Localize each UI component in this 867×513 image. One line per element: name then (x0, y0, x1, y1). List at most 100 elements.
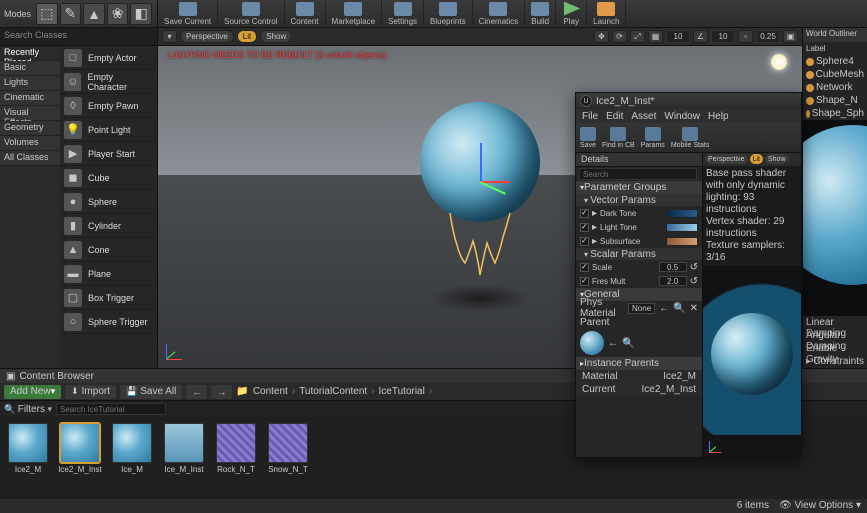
details-row[interactable]: Enable Gravity (803, 342, 867, 355)
place-mode-icon[interactable]: ⬚ (36, 3, 58, 25)
expand-icon[interactable]: ▸ (592, 236, 597, 247)
transform-move-icon[interactable]: ✥ (594, 30, 609, 43)
landscape-mode-icon[interactable]: ▲ (83, 3, 105, 25)
paint-mode-icon[interactable]: ✎ (60, 3, 82, 25)
expand-icon[interactable]: ▸ (592, 222, 597, 233)
color-swatch[interactable] (666, 223, 698, 232)
color-swatch[interactable] (666, 237, 698, 246)
cat-geometry[interactable]: Geometry (0, 121, 60, 136)
save-current-button[interactable]: Save Current (158, 0, 218, 27)
browse-icon[interactable]: 🔍 (622, 338, 634, 349)
grid-snap-value[interactable]: 10 (666, 30, 690, 43)
scalar-input[interactable]: 0.5 (659, 262, 687, 272)
asset-tile[interactable]: Ice_M (110, 423, 154, 493)
angle-snap-icon[interactable]: ∠ (693, 30, 708, 43)
menu-help[interactable]: Help (708, 111, 729, 122)
actor-plane[interactable]: ▬Plane (60, 262, 157, 286)
cat-cinematic[interactable]: Cinematic (0, 91, 60, 106)
override-checkbox[interactable] (580, 237, 589, 246)
show-dropdown[interactable]: Show (260, 30, 292, 43)
clear-icon[interactable]: ✕ (690, 303, 698, 314)
outliner-item[interactable]: Sphere4 (803, 55, 867, 68)
material-instance-window[interactable]: U Ice2_M_Inst* File Edit Asset Window He… (575, 92, 802, 458)
grid-snap-icon[interactable]: ▦ (648, 30, 663, 43)
expand-icon[interactable]: ▸ (592, 208, 597, 219)
override-checkbox[interactable] (580, 277, 589, 286)
perspective-dropdown[interactable]: Perspective (180, 30, 234, 43)
mi-search-input[interactable] (579, 168, 697, 180)
mi-titlebar[interactable]: U Ice2_M_Inst* (576, 93, 801, 109)
parent-thumb-icon[interactable] (580, 331, 604, 355)
color-swatch[interactable] (666, 209, 698, 218)
asset-tile[interactable]: Snow_N_T (266, 423, 310, 493)
mi-save-button[interactable]: Save (580, 127, 596, 149)
filters-button[interactable]: 🔍 Filters ▾ (4, 404, 52, 415)
details-row[interactable]: Angular Damping (803, 329, 867, 342)
actor-cube[interactable]: ◼Cube (60, 166, 157, 190)
reset-icon[interactable]: ↺ (690, 262, 698, 273)
details-row[interactable]: ▸ Constraints (803, 355, 867, 368)
asset-tile[interactable]: Ice2_M_Inst (58, 423, 102, 493)
build-button[interactable]: Build (525, 0, 556, 27)
cat-recently-placed[interactable]: Recently Placed (0, 46, 60, 61)
override-checkbox[interactable] (580, 223, 589, 232)
cat-visual-effects[interactable]: Visual Effects (0, 106, 60, 121)
breadcrumb[interactable]: 📁 Content› TutorialContent› IceTutorial› (236, 386, 432, 397)
details-row[interactable]: Linear Damping (803, 316, 867, 329)
play-button[interactable]: Play (556, 0, 587, 27)
add-new-button[interactable]: Add New ▾ (4, 385, 61, 399)
outliner-item[interactable]: Shape_N (803, 94, 867, 107)
actor-point-light[interactable]: 💡Point Light (60, 118, 157, 142)
preview-show[interactable]: Show (765, 154, 789, 164)
vector-params-header[interactable]: ▾ Vector Params (576, 194, 702, 206)
actor-cylinder[interactable]: ▮Cylinder (60, 214, 157, 238)
override-checkbox[interactable] (580, 263, 589, 272)
angle-snap-value[interactable]: 10 (711, 30, 735, 43)
actor-sphere[interactable]: ●Sphere (60, 190, 157, 214)
cat-lights[interactable]: Lights (0, 76, 60, 91)
viewport-options-icon[interactable]: ▾ (162, 30, 177, 43)
search-classes-input[interactable]: Search Classes (0, 28, 157, 46)
asset-tile[interactable]: Rock_N_T (214, 423, 258, 493)
use-icon[interactable]: ← (608, 338, 618, 349)
actor-box-trigger[interactable]: ▢Box Trigger (60, 286, 157, 310)
cinematics-button[interactable]: Cinematics (473, 0, 526, 27)
gizmo-z-axis-icon[interactable] (480, 143, 482, 181)
details-tab[interactable]: Details (576, 153, 702, 167)
marketplace-button[interactable]: Marketplace (326, 0, 383, 27)
camera-speed-value[interactable]: 0.25 (756, 30, 780, 43)
asset-tile[interactable]: Ice_M_Inst (162, 423, 206, 493)
actor-cone[interactable]: ▲Cone (60, 238, 157, 262)
menu-window[interactable]: Window (664, 111, 700, 122)
view-options-button[interactable]: 👁 View Options ▾ (779, 500, 861, 512)
cat-volumes[interactable]: Volumes (0, 136, 60, 151)
phys-material-select[interactable]: None (628, 303, 655, 314)
actor-empty-pawn[interactable]: ◊Empty Pawn (60, 94, 157, 118)
settings-button[interactable]: Settings (382, 0, 424, 27)
material-preview-viewport[interactable] (703, 266, 801, 435)
asset-tile[interactable]: Ice2_M (6, 423, 50, 493)
cat-basic[interactable]: Basic (0, 61, 60, 76)
reset-icon[interactable]: ↺ (690, 276, 698, 287)
menu-file[interactable]: File (582, 111, 598, 122)
mi-mobile-stats-button[interactable]: Mobile Stats (671, 127, 710, 149)
parameter-groups-header[interactable]: ▾ Parameter Groups (576, 181, 702, 194)
actor-player-start[interactable]: ▶Player Start (60, 142, 157, 166)
browse-icon[interactable]: 🔍 (673, 303, 685, 314)
transform-scale-icon[interactable]: ⤢ (630, 30, 645, 43)
preview-lit[interactable]: Lit (750, 154, 763, 164)
import-button[interactable]: ⬇ Import (65, 385, 116, 399)
geometry-mode-icon[interactable]: ◧ (130, 3, 152, 25)
menu-edit[interactable]: Edit (606, 111, 623, 122)
transform-rotate-icon[interactable]: ⟳ (612, 30, 627, 43)
outliner-item[interactable]: Network (803, 81, 867, 94)
outliner-item[interactable]: Shape_Sph (803, 107, 867, 120)
mi-find-button[interactable]: Find in CB (602, 127, 635, 149)
content-search-input[interactable] (56, 403, 166, 415)
content-button[interactable]: Content (285, 0, 326, 27)
cat-all-classes[interactable]: All Classes (0, 151, 60, 166)
menu-asset[interactable]: Asset (631, 111, 656, 122)
instance-parents-header[interactable]: ▸ Instance Parents (576, 357, 702, 370)
use-icon[interactable]: ← (659, 303, 669, 314)
scalar-input[interactable]: 2.0 (659, 276, 687, 286)
